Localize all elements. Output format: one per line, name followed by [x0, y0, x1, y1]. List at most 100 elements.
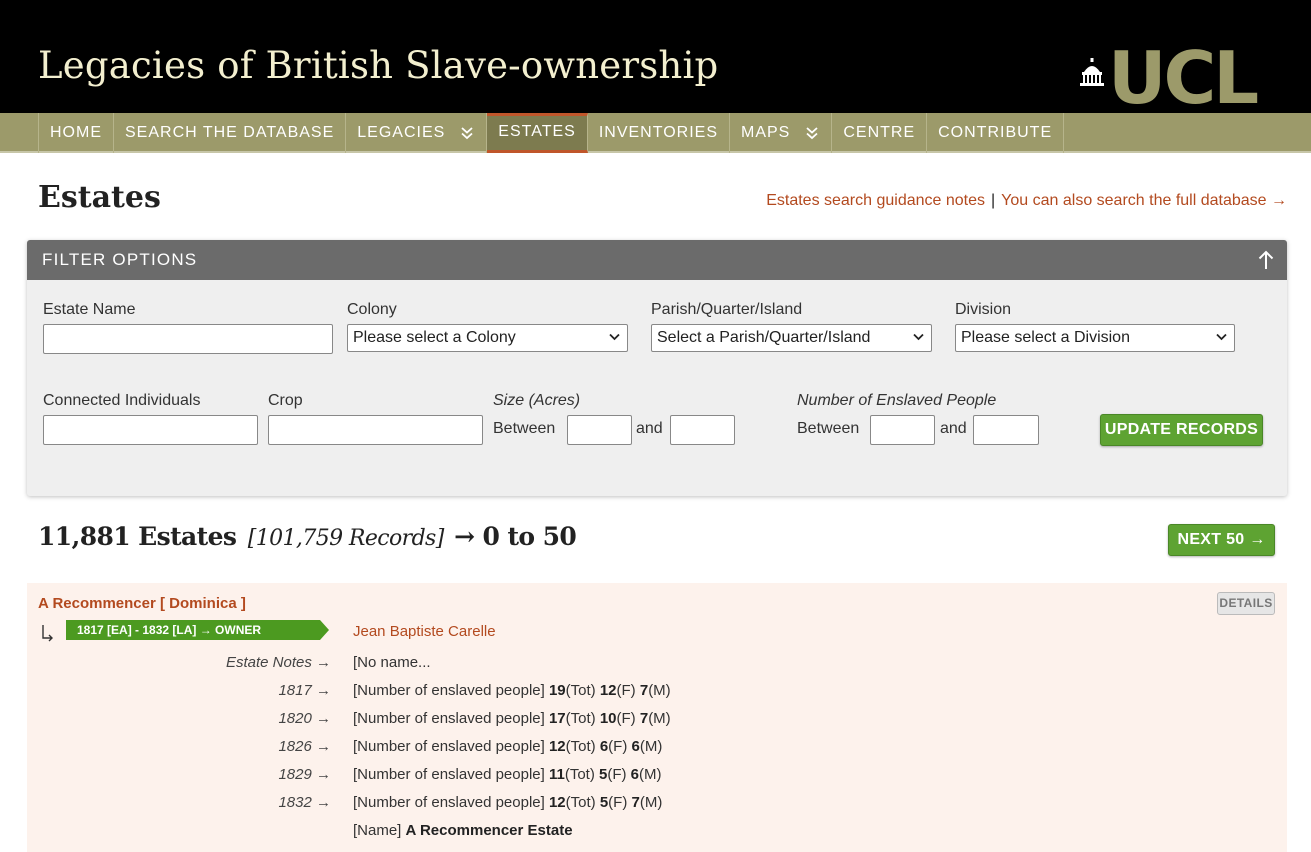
estate-notes-label: Estate Notes → [225, 654, 331, 671]
nav-item-label: MAPS [741, 124, 791, 141]
enslaved-count-value: [Number of enslaved people] 11(Tot) 5(F)… [353, 766, 662, 783]
connected-individuals-input[interactable] [43, 415, 258, 445]
male-suffix: (M) [648, 682, 671, 699]
female-count: 12 [599, 682, 617, 699]
parish-select[interactable]: Select a Parish/Quarter/Island [651, 324, 932, 352]
estate-notes-value: [No name... [353, 654, 431, 671]
total-suffix: (Tot) [565, 738, 596, 755]
total-count: 12 [548, 794, 566, 811]
total-suffix: (Tot) [564, 766, 595, 783]
year-label: 1826 → [278, 738, 331, 755]
nav-item-label: ESTATES [498, 122, 576, 140]
enslaved-count-row: 1829 → [Number of enslaved people] 11(Tot… [27, 766, 1287, 786]
male-count: 6 [631, 738, 640, 755]
male-count: 6 [630, 766, 640, 783]
nav-item-inventories[interactable]: INVENTORIES [588, 113, 730, 153]
colony-label: Colony [347, 301, 397, 318]
update-records-button[interactable]: UPDATE RECORDS [1100, 414, 1263, 446]
site-title[interactable]: Legacies of British Slave-ownership [38, 44, 718, 87]
enslaved-prefix: [Number of enslaved people] [353, 682, 545, 699]
owner-name-link[interactable]: Jean Baptiste Carelle [353, 623, 496, 640]
enslaved-count-row: 1817 → [Number of enslaved people] 19(Tot… [27, 682, 1287, 702]
full-database-link[interactable]: You can also search the full database → [1001, 192, 1287, 209]
total-count: 17 [548, 710, 566, 727]
nav-item-home[interactable]: HOME [39, 113, 114, 153]
nav-item-maps[interactable]: MAPS [730, 113, 833, 153]
crop-input[interactable] [268, 415, 483, 445]
estate-name-label: Estate Name [43, 301, 136, 318]
next-50-button[interactable]: NEXT 50 → [1168, 524, 1275, 556]
guidance-notes-link[interactable]: Estates search guidance notes [766, 192, 985, 209]
estate-title-link[interactable]: A Recommencer [ Dominica ] [38, 595, 246, 612]
estate-name-text: A Recommencer Estate [405, 822, 573, 839]
female-count: 5 [599, 794, 609, 811]
year-label: 1820 → [278, 710, 331, 727]
female-suffix: (F) [608, 794, 628, 811]
enslaved-count-value: [Number of enslaved people] 12(Tot) 6(F)… [353, 738, 662, 755]
filter-panel: FILTER OPTIONS Estate Name Colony Please… [27, 240, 1287, 496]
details-button[interactable]: DETAILS [1217, 592, 1275, 615]
male-suffix: (M) [639, 794, 663, 811]
female-suffix: (F) [616, 710, 636, 727]
double-chevron-down-icon[interactable] [461, 126, 473, 140]
male-suffix: (M) [648, 710, 671, 727]
enslaved-between-label: Between [797, 420, 860, 437]
nav-item-label: LEGACIES [357, 124, 446, 141]
total-suffix: (Tot) [565, 682, 596, 699]
nav-item-label: HOME [50, 124, 102, 141]
size-min-input[interactable] [567, 415, 632, 445]
female-count: 6 [599, 738, 609, 755]
female-suffix: (F) [616, 682, 636, 699]
nav-item-search-the-database[interactable]: SEARCH THE DATABASE [114, 113, 347, 153]
year-label: 1829 → [278, 766, 331, 783]
size-max-input[interactable] [670, 415, 735, 445]
estate-record: A Recommencer [ Dominica ] DETAILS 1817 … [27, 583, 1287, 852]
total-suffix: (Tot) [565, 794, 596, 811]
connected-individuals-label: Connected Individuals [43, 392, 201, 409]
nav-item-estates[interactable]: ESTATES [487, 113, 588, 153]
male-count: 7 [639, 682, 649, 699]
ucl-logo[interactable]: UCL [1078, 42, 1278, 114]
total-count: 11 [548, 766, 565, 783]
parish-select-value: Select a Parish/Quarter/Island [657, 329, 871, 346]
estate-name-row: [Name] A Recommencer Estate [27, 822, 1287, 842]
nav-item-centre[interactable]: CENTRE [832, 113, 928, 153]
male-count: 7 [639, 710, 649, 727]
colony-select[interactable]: Please select a Colony [347, 324, 628, 352]
estate-name-value: [Name] A Recommencer Estate [353, 822, 573, 839]
site-header: Legacies of British Slave-ownership UCL [0, 0, 1311, 114]
crop-label: Crop [268, 392, 303, 409]
enslaved-prefix: [Number of enslaved people] [353, 710, 545, 727]
enslaved-max-input[interactable] [973, 415, 1039, 445]
enslaved-min-input[interactable] [870, 415, 935, 445]
estate-name-input[interactable] [43, 324, 333, 354]
division-select[interactable]: Please select a Division [955, 324, 1235, 352]
double-chevron-down-icon[interactable] [806, 126, 818, 140]
return-arrow-icon [42, 625, 53, 642]
collapse-up-arrow-icon[interactable] [1258, 250, 1274, 270]
chevron-down-icon [1216, 333, 1227, 341]
size-acres-label: Size (Acres) [493, 392, 581, 409]
ucl-dome-icon [1080, 58, 1104, 86]
female-count: 10 [599, 710, 617, 727]
enslaved-count-row: 1832 → [Number of enslaved people] 12(Tot… [27, 794, 1287, 814]
nav-item-contribute[interactable]: CONTRIBUTE [927, 113, 1065, 153]
ucl-logo-text: UCL [1108, 36, 1259, 120]
top-links: Estates search guidance notes | You can al… [766, 192, 1287, 210]
male-count: 7 [631, 794, 640, 811]
name-prefix: [Name] [353, 822, 402, 839]
division-label: Division [955, 301, 1012, 318]
nav-menu: HOME SEARCH THE DATABASE LEGACIES ESTATES IN… [38, 113, 1065, 153]
total-count: 12 [548, 738, 566, 755]
parish-label: Parish/Quarter/Island [651, 301, 803, 318]
male-suffix: (M) [639, 738, 663, 755]
main-nav: HOME SEARCH THE DATABASE LEGACIES ESTATES IN… [0, 113, 1311, 153]
enslaved-count-label: Number of Enslaved People [797, 392, 997, 409]
nav-item-legacies[interactable]: LEGACIES [346, 113, 488, 153]
year-label: 1832 → [278, 794, 331, 811]
link-separator: | [991, 192, 996, 209]
filter-heading: FILTER OPTIONS [42, 250, 198, 269]
nav-item-label: CENTRE [843, 124, 916, 141]
enslaved-count-value: [Number of enslaved people] 19(Tot) 12(F… [353, 682, 671, 699]
filter-header[interactable]: FILTER OPTIONS [27, 240, 1287, 280]
